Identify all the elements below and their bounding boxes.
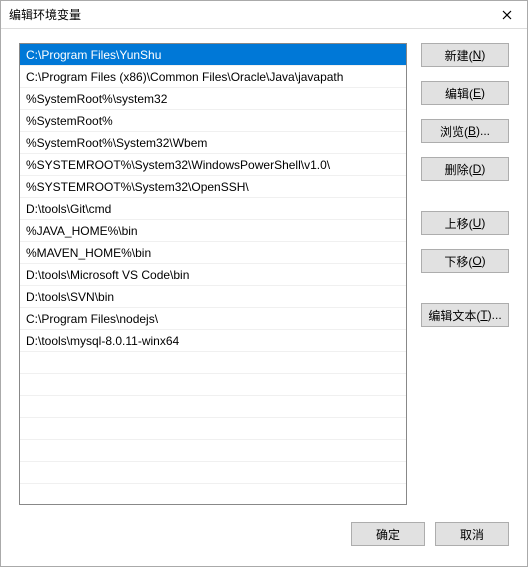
content-area: C:\Program Files\YunShuC:\Program Files … <box>1 29 527 516</box>
browse-mnemonic: B <box>468 124 476 138</box>
edittext-suffix: )... <box>488 308 502 322</box>
titlebar: 编辑环境变量 <box>1 1 527 29</box>
moveup-button[interactable]: 上移(U) <box>421 211 509 235</box>
list-item[interactable]: %JAVA_HOME%\bin <box>20 220 406 242</box>
list-item[interactable] <box>20 462 406 484</box>
delete-suffix: ) <box>481 162 485 176</box>
list-item[interactable]: D:\tools\mysql-8.0.11-winx64 <box>20 330 406 352</box>
list-item[interactable]: %SYSTEMROOT%\System32\WindowsPowerShell\… <box>20 154 406 176</box>
movedown-mnemonic: O <box>472 254 481 268</box>
edit-label: 编辑( <box>445 85 473 102</box>
edittext-label: 编辑文本( <box>428 307 480 324</box>
new-button[interactable]: 新建(N) <box>421 43 509 67</box>
list-item[interactable]: D:\tools\Microsoft VS Code\bin <box>20 264 406 286</box>
dialog-title: 编辑环境变量 <box>9 6 81 23</box>
list-item[interactable]: %MAVEN_HOME%\bin <box>20 242 406 264</box>
movedown-suffix: ) <box>482 254 486 268</box>
list-item[interactable]: C:\Program Files (x86)\Common Files\Orac… <box>20 66 406 88</box>
delete-button[interactable]: 删除(D) <box>421 157 509 181</box>
list-item[interactable] <box>20 418 406 440</box>
footer: 确定 取消 <box>1 516 527 566</box>
list-item[interactable]: %SystemRoot% <box>20 110 406 132</box>
new-label: 新建( <box>445 47 473 64</box>
edit-button[interactable]: 编辑(E) <box>421 81 509 105</box>
edit-env-var-dialog: 编辑环境变量 C:\Program Files\YunShuC:\Program… <box>0 0 528 567</box>
new-suffix: ) <box>481 48 485 62</box>
movedown-label: 下移( <box>444 253 472 270</box>
browse-label: 浏览( <box>440 123 468 140</box>
list-item[interactable] <box>20 352 406 374</box>
moveup-suffix: ) <box>481 216 485 230</box>
list-item[interactable]: C:\Program Files\YunShu <box>20 44 406 66</box>
delete-mnemonic: D <box>473 162 482 176</box>
edit-mnemonic: E <box>473 86 481 100</box>
list-item[interactable] <box>20 440 406 462</box>
edittext-button[interactable]: 编辑文本(T)... <box>421 303 509 327</box>
list-item[interactable] <box>20 396 406 418</box>
close-button[interactable] <box>487 1 527 29</box>
moveup-mnemonic: U <box>473 216 482 230</box>
list-item[interactable]: D:\tools\SVN\bin <box>20 286 406 308</box>
edit-suffix: ) <box>481 86 485 100</box>
close-icon <box>502 10 512 20</box>
list-item[interactable]: D:\tools\Git\cmd <box>20 198 406 220</box>
cancel-button[interactable]: 取消 <box>435 522 509 546</box>
browse-button[interactable]: 浏览(B)... <box>421 119 509 143</box>
list-item[interactable]: C:\Program Files\nodejs\ <box>20 308 406 330</box>
path-listbox[interactable]: C:\Program Files\YunShuC:\Program Files … <box>19 43 407 505</box>
moveup-label: 上移( <box>445 215 473 232</box>
ok-button[interactable]: 确定 <box>351 522 425 546</box>
list-item[interactable] <box>20 374 406 396</box>
edittext-mnemonic: T <box>480 308 487 322</box>
list-item[interactable]: %SystemRoot%\system32 <box>20 88 406 110</box>
movedown-button[interactable]: 下移(O) <box>421 249 509 273</box>
list-item[interactable] <box>20 484 406 505</box>
browse-suffix: )... <box>476 124 490 138</box>
new-mnemonic: N <box>473 48 482 62</box>
list-item[interactable]: %SYSTEMROOT%\System32\OpenSSH\ <box>20 176 406 198</box>
delete-label: 删除( <box>445 161 473 178</box>
list-item[interactable]: %SystemRoot%\System32\Wbem <box>20 132 406 154</box>
side-buttons: 新建(N) 编辑(E) 浏览(B)... 删除(D) 上移(U) 下移(O) <box>421 43 509 508</box>
